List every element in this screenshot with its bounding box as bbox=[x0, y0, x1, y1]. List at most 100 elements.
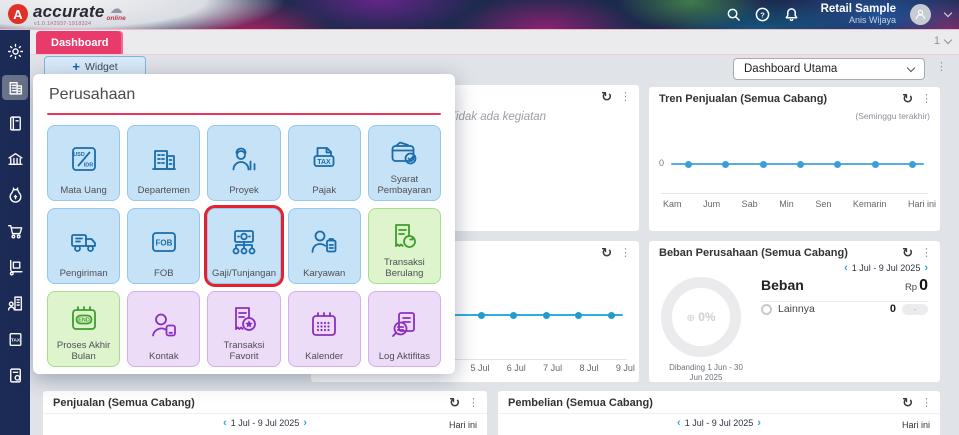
dashboard-menu-kebab-icon[interactable]: ⋮ bbox=[936, 61, 947, 73]
tile-syarat-pembayaran[interactable]: Syarat Pembayaran bbox=[367, 125, 441, 201]
refresh-icon[interactable]: ↻ bbox=[449, 396, 460, 409]
sidebar-item-purchase[interactable] bbox=[2, 219, 28, 244]
tile-departemen[interactable]: Departemen bbox=[127, 125, 201, 201]
tile-proyek[interactable]: Proyek bbox=[207, 125, 281, 201]
kebab-icon[interactable]: ⋮ bbox=[620, 247, 631, 259]
tile-label: Pajak bbox=[312, 185, 337, 196]
prev-icon[interactable]: ‹ bbox=[844, 263, 848, 274]
date-range-nav: ‹ 1 Jul - 9 Jul 2025 › bbox=[223, 418, 307, 429]
legend-badge: - bbox=[902, 303, 928, 315]
x-tick: Jum bbox=[703, 199, 721, 209]
x-tick: 7 Jul bbox=[543, 363, 563, 373]
tile-transaksi-favorit[interactable]: Transaksi Favorit bbox=[207, 291, 281, 367]
legend-bullet-icon bbox=[761, 303, 772, 315]
date-range-nav: ‹ 1 Jul - 9 Jul 2025 › bbox=[677, 418, 761, 429]
panel-title: Penjualan (Semua Cabang) bbox=[53, 397, 195, 409]
beban-heading: Beban bbox=[761, 277, 804, 293]
tile-fob[interactable]: FOB FOB bbox=[127, 208, 201, 284]
hari-ini-label: Hari ini bbox=[448, 420, 477, 430]
prev-icon[interactable]: ‹ bbox=[223, 418, 227, 429]
avatar[interactable] bbox=[910, 4, 931, 25]
data-point bbox=[834, 160, 842, 168]
tile-label: Kalender bbox=[305, 351, 344, 362]
tabbar-divider bbox=[30, 54, 959, 55]
tab-dashboard[interactable]: Dashboard bbox=[36, 31, 124, 54]
tile-log-aktifitas[interactable]: Log Aktifitas bbox=[367, 291, 441, 367]
sidebar-item-cash-bank[interactable] bbox=[2, 147, 28, 172]
window-count-value: 1 bbox=[933, 35, 940, 47]
currency-label: Rp bbox=[904, 282, 918, 293]
user-info[interactable]: Retail Sample Anis Wijaya bbox=[821, 3, 896, 26]
panel-title: Tren Penjualan (Semua Cabang) bbox=[659, 93, 828, 105]
recurring-icon bbox=[388, 215, 420, 257]
sidebar-item-sales[interactable] bbox=[2, 183, 28, 208]
next-icon[interactable]: › bbox=[757, 418, 761, 429]
tile-pengiriman[interactable]: Pengiriman bbox=[47, 208, 121, 284]
sidebar-nav: TAX bbox=[0, 30, 30, 435]
kebab-icon[interactable]: ⋮ bbox=[468, 397, 479, 409]
bell-icon[interactable] bbox=[784, 7, 799, 22]
sidebar-item-ledger[interactable] bbox=[2, 111, 28, 136]
x-tick: 9 Jul bbox=[615, 363, 635, 373]
refresh-icon[interactable]: ↻ bbox=[902, 246, 913, 259]
sidebar-item-inventory[interactable] bbox=[2, 255, 28, 280]
donut-chart: ⊕ 0% bbox=[661, 277, 741, 357]
modal-title-divider bbox=[47, 113, 441, 115]
tile-label: Transaksi Berulang bbox=[383, 257, 425, 279]
legend-row[interactable]: Lainnya 0 - bbox=[761, 303, 928, 315]
kebab-icon[interactable]: ⋮ bbox=[921, 93, 932, 105]
accurate-logo-icon: A bbox=[8, 4, 28, 24]
x-tick: 6 Jul bbox=[506, 363, 526, 373]
data-point bbox=[510, 311, 518, 319]
beban-panel: Beban Perusahaan (Semua Cabang) ↻ ⋮ ‹ 1 … bbox=[648, 240, 941, 383]
search-icon[interactable] bbox=[726, 7, 741, 22]
tile-proses-akhir-bulan[interactable]: END Proses Akhir Bulan bbox=[47, 291, 121, 367]
next-icon[interactable]: › bbox=[924, 263, 928, 274]
tile-label: Mata Uang bbox=[60, 185, 107, 196]
window-count[interactable]: 1 bbox=[933, 35, 953, 47]
sidebar-item-tax[interactable]: TAX bbox=[2, 327, 28, 352]
svg-text:IDR: IDR bbox=[83, 162, 93, 168]
tile-kalender[interactable]: Kalender bbox=[287, 291, 361, 367]
date-range: 1 Jul - 9 Jul 2025 bbox=[851, 263, 921, 273]
refresh-icon[interactable]: ↻ bbox=[902, 396, 913, 409]
tile-label: FOB bbox=[154, 268, 174, 279]
menu-tile-grid: USD IDR Mata Uang Departemen Proyek TAX bbox=[47, 125, 441, 367]
data-point bbox=[722, 160, 730, 168]
kebab-icon[interactable]: ⋮ bbox=[620, 91, 631, 103]
building-icon bbox=[148, 132, 180, 185]
wallet-icon bbox=[388, 132, 420, 174]
tax-document-icon: TAX bbox=[308, 132, 340, 185]
x-tick: Hari ini bbox=[907, 199, 936, 209]
tile-pajak[interactable]: TAX Pajak bbox=[287, 125, 361, 201]
brand-name: accurate bbox=[33, 2, 105, 21]
tile-label: Proses Akhir Bulan bbox=[56, 340, 111, 362]
refresh-icon[interactable]: ↻ bbox=[902, 92, 913, 105]
kebab-icon[interactable]: ⋮ bbox=[921, 397, 932, 409]
prev-icon[interactable]: ‹ bbox=[677, 418, 681, 429]
data-point bbox=[608, 311, 615, 319]
kebab-icon[interactable]: ⋮ bbox=[921, 247, 932, 259]
sidebar-item-fixed-assets[interactable] bbox=[2, 291, 28, 316]
sidebar-item-apps[interactable] bbox=[2, 363, 28, 388]
contact-icon bbox=[148, 298, 180, 351]
tile-karyawan[interactable]: Karyawan bbox=[287, 208, 361, 284]
sidebar-item-settings[interactable] bbox=[2, 39, 28, 64]
refresh-icon[interactable]: ↻ bbox=[601, 90, 612, 103]
tile-transaksi-berulang[interactable]: Transaksi Berulang bbox=[367, 208, 441, 284]
tile-label: Kontak bbox=[149, 351, 179, 362]
tile-mata-uang[interactable]: USD IDR Mata Uang bbox=[47, 125, 121, 201]
sidebar-item-company[interactable] bbox=[2, 75, 28, 100]
dashboard-select[interactable]: Dashboard Utama bbox=[733, 58, 925, 80]
x-tick: Sen bbox=[815, 199, 832, 209]
favorite-receipt-icon bbox=[228, 298, 260, 340]
user-menu-chevron-icon[interactable] bbox=[943, 8, 953, 18]
chart-subtitle: (Seminggu terakhir) bbox=[855, 111, 930, 121]
refresh-icon[interactable]: ↻ bbox=[601, 246, 612, 259]
tile-gaji-tunjangan[interactable]: Gaji/Tunjangan bbox=[207, 208, 281, 284]
x-axis-labels: Kam Jum Sab Min Sen Kemarin Hari ini bbox=[663, 199, 936, 209]
help-icon[interactable]: ? bbox=[755, 7, 770, 22]
next-icon[interactable]: › bbox=[303, 418, 307, 429]
donut-value: 0% bbox=[698, 310, 716, 324]
tile-kontak[interactable]: Kontak bbox=[127, 291, 201, 367]
